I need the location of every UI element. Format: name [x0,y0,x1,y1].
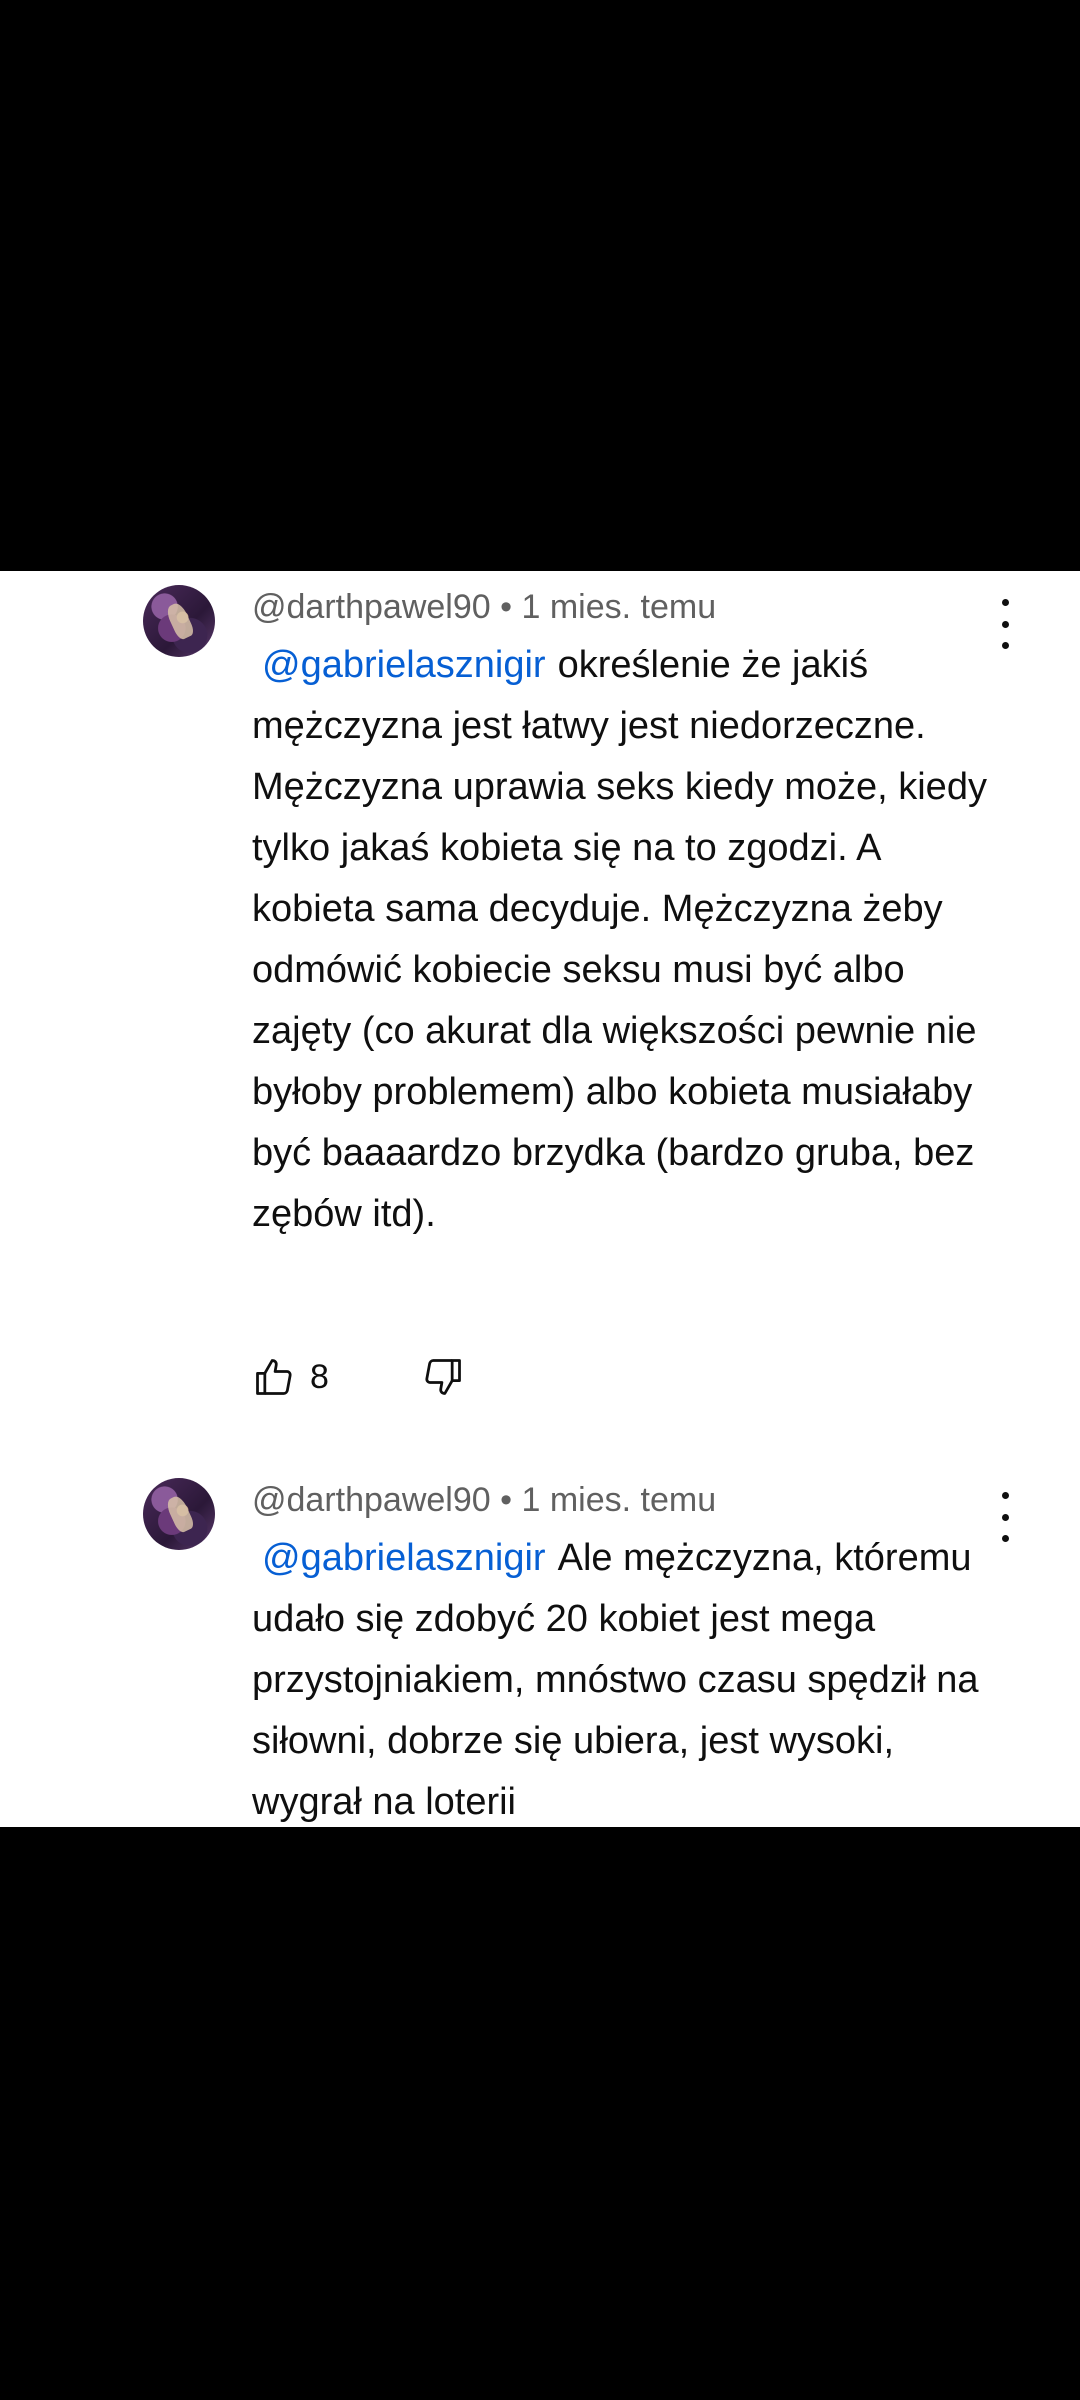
author-name[interactable]: @darthpawel90 [252,588,491,626]
thumb-up-icon [252,1355,296,1399]
dislike-button[interactable] [421,1355,465,1399]
mention-link[interactable]: @gabrielasznigir [262,644,546,686]
like-button[interactable]: 8 [252,1355,329,1399]
thumb-down-icon [421,1355,465,1399]
comment-time: 1 mies. temu [521,1481,717,1519]
comment-body: Ale mężczyzna, któremu udało się zdobyć … [252,1537,979,1823]
top-black-area [0,0,1080,571]
avatar[interactable] [143,585,215,657]
comment-time: 1 mies. temu [521,588,717,626]
avatar-image [164,1493,196,1535]
comment-text: @gabrielasznigir określenie że jakiś mężc… [252,635,1012,1245]
bottom-black-area [0,1827,1080,2400]
comments-list: @darthpawel90 • 1 mies. temu @gabrielasz… [0,571,1080,1827]
comment-meta: @darthpawel90 • 1 mies. temu [252,587,716,627]
like-count: 8 [310,1357,329,1396]
comment-actions: 8 [252,1347,465,1407]
mention-link[interactable]: @gabrielasznigir [262,1537,546,1579]
meta-separator: • [500,1481,513,1519]
author-name[interactable]: @darthpawel90 [252,1481,491,1519]
meta-separator: • [500,588,513,626]
comment-body: określenie że jakiś mężczyzna jest łatwy… [252,644,987,1235]
avatar-image [164,600,196,642]
avatar[interactable] [143,1478,215,1550]
comment-text: @gabrielasznigir Ale mężczyzna, któremu u… [252,1528,1012,1827]
comment-meta: @darthpawel90 • 1 mies. temu [252,1480,716,1520]
